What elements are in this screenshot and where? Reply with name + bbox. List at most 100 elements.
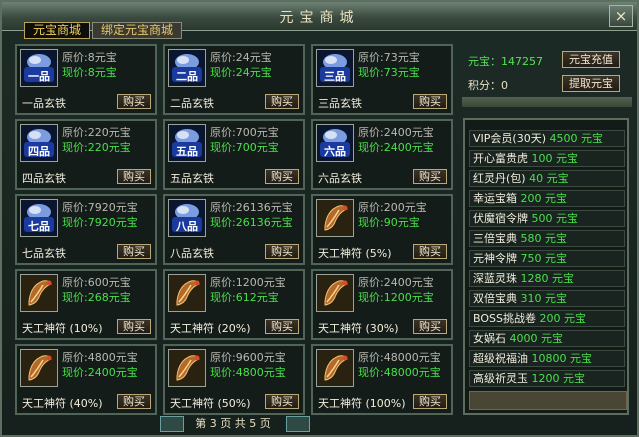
- list-item[interactable]: 女娲石 4000 元宝: [469, 330, 625, 347]
- buy-button[interactable]: 购买: [265, 94, 299, 109]
- tab-bound-ingot-shop[interactable]: 绑定元宝商城: [92, 22, 183, 39]
- original-price: 原价:24元宝: [210, 49, 272, 65]
- buy-button[interactable]: 购买: [117, 319, 151, 334]
- iron-1-icon[interactable]: 一品: [20, 49, 58, 87]
- list-item[interactable]: BOSS挑战卷 200 元宝: [469, 310, 625, 327]
- icon-grade-label: 一品: [28, 70, 50, 83]
- buy-button[interactable]: 购买: [265, 169, 299, 184]
- buy-button[interactable]: 购买: [117, 94, 151, 109]
- current-price: 现价:26136元宝: [210, 214, 293, 230]
- original-price-label: 原价:: [210, 276, 236, 289]
- list-item-name: 双倍宝典: [473, 292, 517, 305]
- buy-button[interactable]: 购买: [413, 169, 447, 184]
- withdraw-button[interactable]: 提取元宝: [562, 75, 620, 92]
- iron-3-icon[interactable]: 三品: [316, 49, 354, 87]
- list-item-name: 伏魔宿令牌: [473, 212, 528, 225]
- scroll-icon[interactable]: [20, 349, 58, 387]
- list-item-price: 580 元宝: [520, 232, 568, 245]
- current-price-value: 612元宝: [235, 291, 279, 304]
- list-item[interactable]: 幸运宝箱 200 元宝: [469, 190, 625, 207]
- icon-grade-label: 四品: [28, 145, 50, 158]
- buy-button[interactable]: 购买: [413, 244, 447, 259]
- iron-2-icon[interactable]: 二品: [168, 49, 206, 87]
- current-price: 现价:24元宝: [210, 64, 272, 80]
- panel-divider: [462, 97, 632, 107]
- original-price: 原价:73元宝: [358, 49, 420, 65]
- item-name: 天工神符 (30%): [318, 322, 399, 335]
- recharge-button[interactable]: 元宝充值: [562, 51, 620, 68]
- current-price: 现价:700元宝: [210, 139, 279, 155]
- original-price-value: 4800元宝: [87, 351, 138, 364]
- current-price: 现价:268元宝: [62, 289, 131, 305]
- score-value: 0: [501, 79, 508, 92]
- buy-button[interactable]: 购买: [413, 94, 447, 109]
- list-item[interactable]: 超级祝福油 10800 元宝: [469, 350, 625, 367]
- buy-button[interactable]: 购买: [413, 394, 447, 409]
- iron-4-icon[interactable]: 四品: [20, 124, 58, 162]
- scroll-icon[interactable]: [168, 349, 206, 387]
- list-item-name: BOSS挑战卷: [473, 312, 536, 325]
- list-item-name: VIP会员(30天): [473, 132, 546, 145]
- scroll-icon[interactable]: [168, 274, 206, 312]
- scroll-icon[interactable]: [316, 349, 354, 387]
- list-item[interactable]: 红灵丹(包) 40 元宝: [469, 170, 625, 187]
- item-card: 原价:9600元宝 现价:4800元宝 天工神符 (50%) 购买: [163, 344, 305, 415]
- list-item[interactable]: 深蓝灵珠 1280 元宝: [469, 270, 625, 287]
- list-item[interactable]: 开心富贵虎 100 元宝: [469, 150, 625, 167]
- current-price-value: 73元宝: [383, 66, 420, 79]
- original-price: 原价:2400元宝: [358, 124, 434, 140]
- original-price-value: 7920元宝: [87, 201, 138, 214]
- current-price-label: 现价:: [62, 366, 88, 379]
- next-page-button[interactable]: [286, 416, 310, 432]
- list-item[interactable]: 三倍宝典 580 元宝: [469, 230, 625, 247]
- original-price-label: 原价:: [210, 126, 236, 139]
- scroll-icon[interactable]: [316, 274, 354, 312]
- current-price-value: 700元宝: [235, 141, 279, 154]
- list-item[interactable]: 双倍宝典 310 元宝: [469, 290, 625, 307]
- scroll-icon[interactable]: [20, 274, 58, 312]
- list-item[interactable]: VIP会员(30天) 4500 元宝: [469, 130, 625, 147]
- buy-button[interactable]: 购买: [413, 319, 447, 334]
- shop-tabs: 元宝商城 绑定元宝商城: [24, 22, 183, 39]
- original-price: 原价:2400元宝: [358, 274, 434, 290]
- original-price: 原价:26136元宝: [210, 199, 293, 215]
- iron-6-icon[interactable]: 六品: [316, 124, 354, 162]
- original-price-value: 700元宝: [235, 126, 279, 139]
- original-price: 原价:4800元宝: [62, 349, 138, 365]
- current-price-label: 现价:: [62, 291, 88, 304]
- current-price-value: 2400元宝: [383, 141, 434, 154]
- item-card: 原价:4800元宝 现价:2400元宝 天工神符 (40%) 购买: [15, 344, 157, 415]
- iron-5-icon[interactable]: 五品: [168, 124, 206, 162]
- buy-button[interactable]: 购买: [265, 244, 299, 259]
- item-name: 七品玄铁: [22, 247, 66, 260]
- buy-button[interactable]: 购买: [265, 319, 299, 334]
- current-price-label: 现价:: [62, 66, 88, 79]
- close-button[interactable]: ×: [609, 5, 633, 27]
- original-price-label: 原价:: [62, 126, 88, 139]
- buy-button[interactable]: 购买: [117, 169, 151, 184]
- item-name: 天工神符 (10%): [22, 322, 103, 335]
- icon-grade-label: 六品: [324, 145, 346, 158]
- original-price-value: 1200元宝: [235, 276, 286, 289]
- scroll-icon[interactable]: [316, 199, 354, 237]
- current-price: 现价:8元宝: [62, 64, 117, 80]
- original-price-value: 220元宝: [87, 126, 131, 139]
- list-item[interactable]: 伏魔宿令牌 500 元宝: [469, 210, 625, 227]
- current-price-label: 现价:: [62, 141, 88, 154]
- current-price-label: 现价:: [210, 216, 236, 229]
- ingot-balance: 元宝：147257: [468, 53, 543, 69]
- original-price-value: 8元宝: [87, 51, 117, 64]
- list-item[interactable]: 元神令牌 750 元宝: [469, 250, 625, 267]
- list-item[interactable]: 高级祈灵玉 1200 元宝: [469, 370, 625, 387]
- original-price: 原价:7920元宝: [62, 199, 138, 215]
- original-price-value: 73元宝: [383, 51, 420, 64]
- buy-button[interactable]: 购买: [117, 244, 151, 259]
- iron-7-icon[interactable]: 七品: [20, 199, 58, 237]
- original-price-value: 48000元宝: [383, 351, 441, 364]
- item-card: 原价:48000元宝 现价:48000元宝 天工神符 (100%) 购买: [311, 344, 453, 415]
- tab-ingot-shop[interactable]: 元宝商城: [24, 22, 91, 39]
- buy-button[interactable]: 购买: [117, 394, 151, 409]
- iron-8-icon[interactable]: 八品: [168, 199, 206, 237]
- buy-button[interactable]: 购买: [265, 394, 299, 409]
- current-price-label: 现价:: [358, 291, 384, 304]
